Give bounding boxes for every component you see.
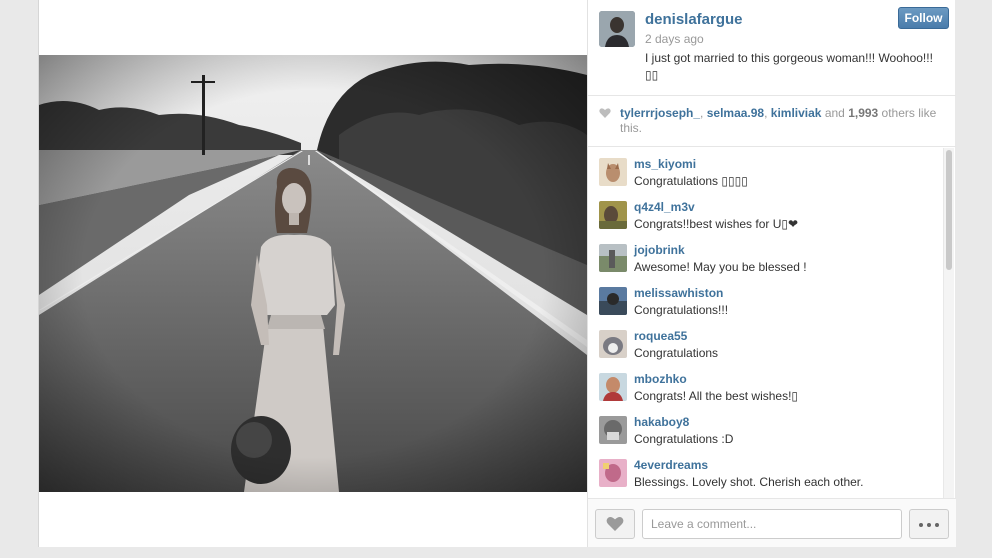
commenter-avatar[interactable] [599,201,627,229]
comment-text: Congratulations [634,346,719,360]
list-item: ms_kiyomi Congratulations ▯▯▯▯ [588,148,938,188]
liker-separator: , [764,106,771,120]
commenter-username[interactable]: roquea55 [634,329,687,343]
post-sidebar: denislafargue 2 days ago I just got marr… [587,0,956,547]
liker-link[interactable]: kimliviak [771,106,822,120]
commenter-username[interactable]: hakaboy8 [634,415,689,429]
liker-separator: , [700,106,707,120]
ellipsis-icon [919,523,923,527]
commenter-avatar[interactable] [599,373,627,401]
commenter-avatar[interactable] [599,158,627,186]
comment-text: Blessings. Lovely shot. Cherish each oth… [634,475,864,489]
comment-text: Congratulations!!! [634,303,729,317]
photo-pane [39,0,587,547]
list-item: melissawhiston Congratulations!!! [588,277,938,317]
commenter-username[interactable]: 4everdreams [634,458,708,472]
commenter-username[interactable]: q4z4l_m3v [634,200,695,214]
post-photo[interactable] [39,55,587,492]
post-header: denislafargue 2 days ago I just got marr… [588,0,956,96]
post-timestamp[interactable]: 2 days ago [645,32,704,46]
comment-input[interactable] [642,509,902,539]
comment-text: Congrats!!best wishes for U▯❤ [634,217,799,231]
likes-summary: tylerrrjoseph_, selmaa.98, kimliviak and… [588,97,956,147]
post-card: denislafargue 2 days ago I just got marr… [38,0,956,547]
list-item: q4z4l_m3v Congrats!!best wishes for U▯❤ [588,191,938,231]
comment-scrollbar[interactable] [943,148,954,498]
comment-list: ms_kiyomi Congratulations ▯▯▯▯ q4z4l_m3v… [588,148,956,498]
commenter-avatar[interactable] [599,244,627,272]
likes-count[interactable]: 1,993 [848,106,878,120]
commenter-username[interactable]: melissawhiston [634,286,723,300]
list-item: jojobrink Awesome! May you be blessed ! [588,234,938,274]
more-options-button[interactable] [909,509,949,539]
owner-username[interactable]: denislafargue [645,11,743,28]
follow-button[interactable]: Follow [898,7,949,29]
liker-link[interactable]: selmaa.98 [707,106,764,120]
list-item: 4everdreams Blessings. Lovely shot. Cher… [588,449,938,489]
like-button[interactable] [595,509,635,539]
commenter-username[interactable]: jojobrink [634,243,685,257]
heart-icon [599,108,611,118]
commenter-avatar[interactable] [599,287,627,315]
comment-text: Awesome! May you be blessed ! [634,260,807,274]
comment-text: Congratulations ▯▯▯▯ [634,174,748,188]
commenter-avatar[interactable] [599,459,627,487]
comment-text: Congratulations :D [634,432,734,446]
owner-avatar[interactable] [599,11,635,47]
post-caption: I just got married to this gorgeous woma… [645,51,933,82]
ellipsis-icon [935,523,939,527]
list-item: roquea55 Congratulations [588,320,938,360]
likes-and: and [821,106,849,120]
heart-icon [606,517,624,531]
commenter-avatar[interactable] [599,416,627,444]
commenter-username[interactable]: ms_kiyomi [634,157,696,171]
ellipsis-icon [927,523,931,527]
commenter-avatar[interactable] [599,330,627,358]
commenter-username[interactable]: mbozhko [634,372,687,386]
list-item: hakaboy8 Congratulations :D [588,406,938,446]
list-item: mbozhko Congrats! All the best wishes!▯ [588,363,938,403]
likes-text: tylerrrjoseph_, selmaa.98, kimliviak and… [620,106,940,136]
comment-composer [588,498,956,547]
scroll-thumb[interactable] [946,150,952,270]
comment-text: Congrats! All the best wishes!▯ [634,389,799,403]
liker-link[interactable]: tylerrrjoseph_ [620,106,700,120]
